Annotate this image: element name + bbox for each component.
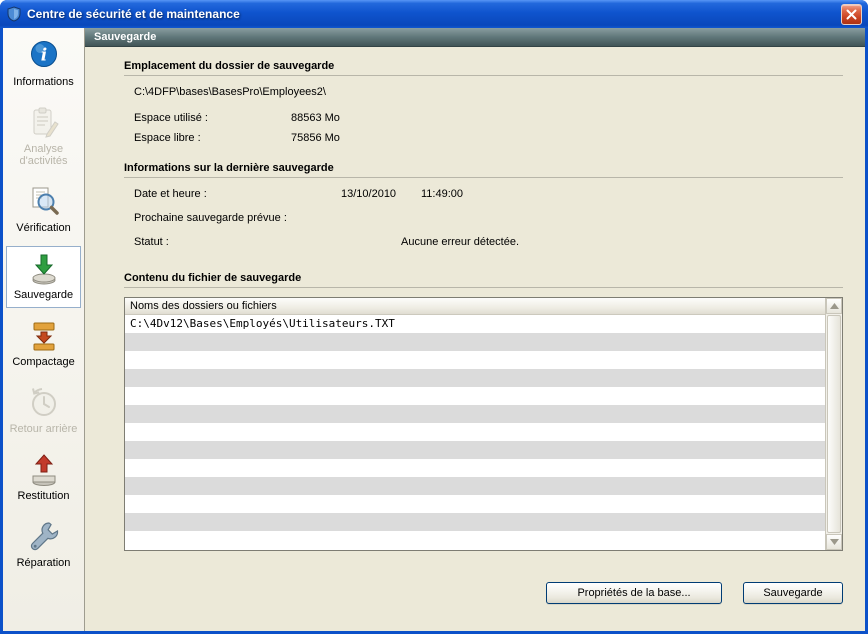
window-icon — [6, 6, 22, 22]
sidebar-item-label: Restitution — [18, 490, 70, 502]
arrow-up-icon — [830, 303, 839, 309]
client-area: i Informations Analyse d'activi — [3, 28, 865, 631]
sidebar-item-analyse-activites: Analyse d'activités — [6, 100, 81, 174]
scrollbar-thumb[interactable] — [827, 315, 841, 533]
backup-icon — [27, 252, 61, 286]
sidebar-item-label: Analyse d'activités — [8, 143, 79, 167]
sidebar: i Informations Analyse d'activi — [3, 28, 85, 631]
section-divider — [124, 177, 843, 178]
section-title: Contenu du fichier de sauvegarde — [124, 271, 843, 285]
wrench-icon — [27, 520, 61, 554]
free-space-value: 75856 Mo — [291, 131, 340, 145]
section-title: Informations sur la dernière sauvegarde — [124, 161, 843, 175]
scroll-up-button[interactable] — [826, 298, 842, 314]
sidebar-item-verification[interactable]: Vérification — [6, 179, 81, 241]
section-backup-location: Emplacement du dossier de sauvegarde C:\… — [124, 59, 843, 151]
sidebar-item-label: Vérification — [16, 222, 70, 234]
section-divider — [124, 75, 843, 76]
maintenance-center-window: Centre de sécurité et de maintenance i — [0, 0, 868, 634]
scroll-down-button[interactable] — [826, 534, 842, 550]
page-content: Emplacement du dossier de sauvegarde C:\… — [85, 47, 865, 631]
page-title: Sauvegarde — [94, 31, 156, 43]
sidebar-item-label: Réparation — [17, 557, 71, 569]
table-row — [125, 513, 825, 531]
used-space-label: Espace utilisé : — [134, 111, 291, 125]
section-divider — [124, 287, 843, 288]
status-label: Statut : — [134, 235, 401, 249]
table-row — [125, 387, 825, 405]
svg-text:i: i — [40, 46, 46, 66]
sidebar-item-label: Informations — [13, 76, 74, 88]
table-row — [125, 333, 825, 351]
last-backup-time-value: 11:49:00 — [421, 187, 463, 201]
footer-buttons: Propriétés de la base... Sauvegarde — [124, 582, 843, 604]
table-row[interactable]: C:\4Dv12\Bases\Employés\Utilisateurs.TXT — [125, 315, 825, 333]
magnifier-icon — [27, 185, 61, 219]
status-value: Aucune erreur détectée. — [401, 235, 519, 249]
info-icon: i — [27, 39, 61, 73]
table-row — [125, 531, 825, 549]
rollback-clock-icon — [27, 386, 61, 420]
database-properties-button[interactable]: Propriétés de la base... — [546, 582, 722, 604]
sidebar-item-informations[interactable]: i Informations — [6, 33, 81, 95]
main-panel: Sauvegarde Emplacement du dossier de sau… — [85, 28, 865, 631]
next-backup-label: Prochaine sauvegarde prévue : — [134, 211, 287, 225]
free-space-label: Espace libre : — [134, 131, 291, 145]
last-backup-date-value: 13/10/2010 — [341, 187, 421, 201]
activity-analysis-icon — [27, 106, 61, 140]
backup-content-table: Noms des dossiers ou fichiers C:\4Dv12\B… — [124, 297, 843, 551]
sidebar-item-restitution[interactable]: Restitution — [6, 447, 81, 509]
scrollbar-track[interactable] — [826, 314, 842, 534]
sidebar-item-retour-arriere: Retour arrière — [6, 380, 81, 442]
sidebar-item-label: Retour arrière — [10, 423, 78, 435]
table-column-header[interactable]: Noms des dossiers ou fichiers — [125, 298, 825, 315]
table-row — [125, 423, 825, 441]
restore-icon — [27, 453, 61, 487]
used-space-value: 88563 Mo — [291, 111, 340, 125]
sidebar-item-compactage[interactable]: Compactage — [6, 313, 81, 375]
close-button[interactable] — [841, 4, 862, 25]
window-title: Centre de sécurité et de maintenance — [27, 7, 836, 21]
last-backup-date-label: Date et heure : — [134, 187, 341, 201]
sidebar-item-sauvegarde[interactable]: Sauvegarde — [6, 246, 81, 308]
backup-folder-path: C:\4DFP\bases\BasesPro\Employees2\ — [134, 85, 843, 99]
compact-icon — [27, 319, 61, 353]
table-row — [125, 459, 825, 477]
table-row — [125, 351, 825, 369]
page-header: Sauvegarde — [85, 28, 865, 47]
sidebar-item-label: Compactage — [12, 356, 74, 368]
section-title: Emplacement du dossier de sauvegarde — [124, 59, 843, 73]
close-icon — [846, 9, 857, 20]
table-row — [125, 441, 825, 459]
sidebar-item-label: Sauvegarde — [14, 289, 73, 301]
file-path-cell: C:\4Dv12\Bases\Employés\Utilisateurs.TXT — [130, 317, 395, 330]
table-row — [125, 495, 825, 513]
sidebar-item-reparation[interactable]: Réparation — [6, 514, 81, 576]
table-body: Noms des dossiers ou fichiers C:\4Dv12\B… — [125, 298, 825, 550]
arrow-down-icon — [830, 539, 839, 545]
vertical-scrollbar[interactable] — [825, 298, 842, 550]
section-backup-content: Contenu du fichier de sauvegarde — [124, 271, 843, 297]
section-last-backup: Informations sur la dernière sauvegarde … — [124, 161, 843, 259]
backup-button[interactable]: Sauvegarde — [743, 582, 843, 604]
table-row — [125, 477, 825, 495]
table-row — [125, 369, 825, 387]
table-row — [125, 405, 825, 423]
titlebar[interactable]: Centre de sécurité et de maintenance — [0, 0, 868, 28]
